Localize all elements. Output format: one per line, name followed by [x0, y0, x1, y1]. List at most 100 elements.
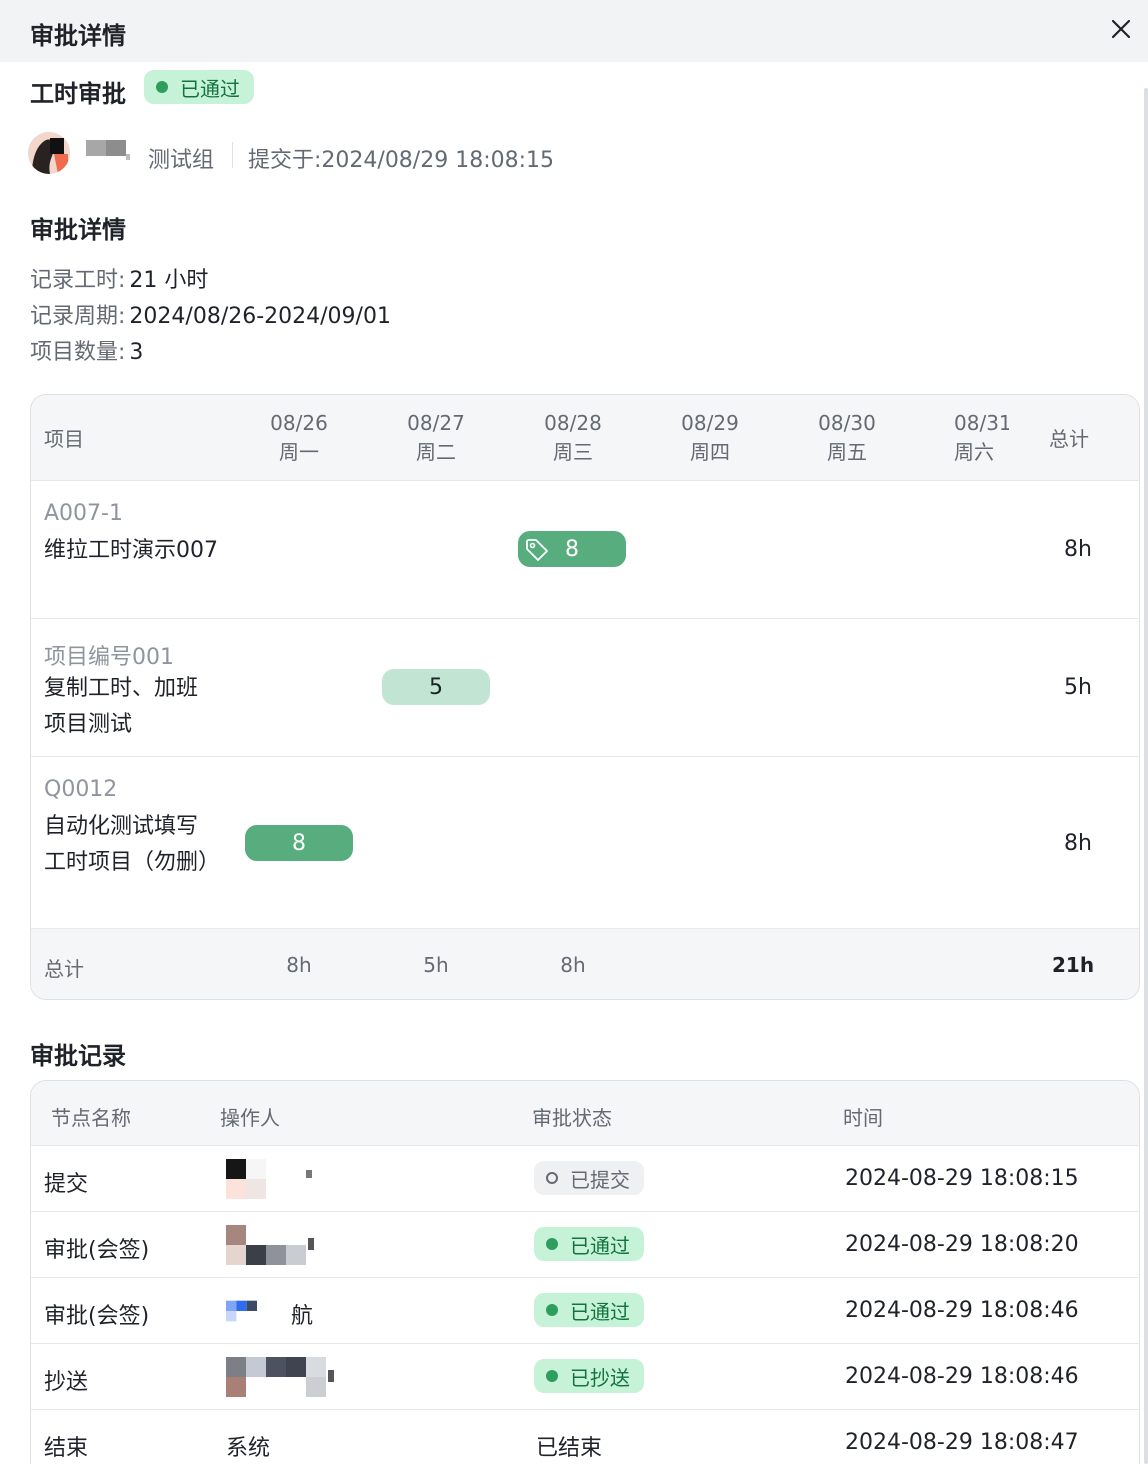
project-code: Q0012 — [44, 777, 118, 802]
records-section-title: 审批记录 — [30, 1042, 126, 1070]
drawer-header: 审批详情 — [0, 0, 1148, 62]
record-node: 审批(会签) — [44, 1304, 150, 1329]
day-date: 08/31 — [954, 411, 1009, 435]
timesheet-header: 项目 08/26 周一 08/27 周二 08/28 周三 08/29 周四 08/30… — [31, 395, 1139, 481]
hours-value: 5 — [429, 674, 443, 700]
day-weekday: 周三 — [553, 440, 593, 464]
status-dot-icon — [546, 1172, 558, 1184]
submitter-avatar[interactable] — [28, 132, 70, 174]
col-status: 审批状态 — [532, 1106, 612, 1130]
recorded-hours-label: 记录工时: — [30, 268, 126, 293]
col-project: 项目 — [44, 427, 84, 451]
project-count-value: 3 — [129, 340, 144, 365]
col-total: 总计 — [1049, 427, 1089, 451]
approval-status-text: 已通过 — [180, 76, 240, 101]
col-operator: 操作人 — [220, 1106, 280, 1130]
status-dot-icon — [546, 1370, 558, 1382]
record-node: 抄送 — [44, 1370, 89, 1395]
record-time: 2024-08-29 18:08:46 — [845, 1298, 1079, 1323]
row-total: 8h — [1064, 537, 1092, 562]
timesheet-row: A007-1 维拉工时演示007 8 8h — [31, 481, 1139, 619]
record-row: 提交 已提交 2024-08-29 18:08:15 — [31, 1146, 1139, 1212]
status-dot-icon — [546, 1304, 558, 1316]
hours-cell-0827[interactable]: 5 — [382, 669, 490, 705]
recorded-hours-value: 21 小时 — [129, 268, 209, 293]
operator-avatar-blurred — [226, 1159, 312, 1199]
record-row: 结束 系统 已结束 2024-08-29 18:08:47 — [31, 1410, 1139, 1464]
record-status-text: 已抄送 — [570, 1365, 630, 1390]
timesheet-row: Q0012 自动化测试填写工时项目（勿删） 8 8h — [31, 757, 1139, 929]
record-operator: 系统 — [226, 1436, 271, 1461]
divider — [232, 142, 233, 168]
day-header-0828: 08/28 周三 — [518, 409, 628, 467]
day-date: 08/27 — [407, 411, 465, 435]
row-total: 8h — [1064, 831, 1092, 856]
day-weekday: 周六 — [954, 440, 994, 464]
project-name: 维拉工时演示007 — [44, 538, 218, 563]
submitted-time: 提交于:2024/08/29 18:08:15 — [248, 148, 555, 173]
record-time: 2024-08-29 18:08:46 — [845, 1364, 1079, 1389]
record-time: 2024-08-29 18:08:20 — [845, 1232, 1079, 1257]
record-status-badge: 已抄送 — [534, 1359, 644, 1393]
record-status-text: 已通过 — [570, 1299, 630, 1324]
timesheet-row: 项目编号001 复制工时、加班项目测试 5 5h — [31, 619, 1139, 757]
day-date: 08/28 — [544, 411, 602, 435]
status-dot-icon — [546, 1238, 558, 1250]
record-status-text: 已提交 — [570, 1167, 630, 1192]
operator-avatar-blurred — [226, 1225, 314, 1265]
approval-type-title: 工时审批 — [30, 80, 126, 108]
col-node: 节点名称 — [51, 1106, 131, 1130]
scrollbar[interactable] — [1144, 88, 1148, 1464]
col-time: 时间 — [843, 1106, 883, 1130]
footer-day-total: 8h — [560, 953, 586, 977]
records-header: 节点名称 操作人 审批状态 时间 — [31, 1081, 1139, 1146]
hours-cell-0826[interactable]: 8 — [245, 825, 353, 861]
record-status-text: 已通过 — [570, 1233, 630, 1258]
record-status-badge: 已通过 — [534, 1293, 644, 1327]
tag-icon — [526, 539, 548, 561]
close-icon[interactable] — [1108, 16, 1134, 42]
record-period-value: 2024/08/26-2024/09/01 — [129, 304, 391, 329]
operator-avatar-blurred — [226, 1357, 334, 1397]
timesheet-table: 项目 08/26 周一 08/27 周二 08/28 周三 08/29 周四 08/30… — [30, 394, 1140, 1000]
footer-day-total: 8h — [286, 953, 312, 977]
day-header-0826: 08/26 周一 — [244, 409, 354, 467]
hours-cell-0828[interactable]: 8 — [518, 531, 626, 567]
status-dot-icon — [156, 81, 168, 93]
hours-value: 8 — [292, 830, 306, 856]
record-status-badge: 已提交 — [534, 1161, 644, 1195]
day-header-0827: 08/27 周二 — [381, 409, 491, 467]
record-node: 审批(会签) — [44, 1238, 150, 1263]
footer-grand-total: 21h — [1052, 953, 1095, 977]
record-node: 结束 — [44, 1436, 89, 1461]
drawer-title: 审批详情 — [30, 22, 126, 50]
project-name: 复制工时、加班项目测试 — [44, 676, 199, 737]
submitter-name-blurred — [86, 140, 130, 160]
footer-total-label: 总计 — [44, 957, 84, 981]
timesheet-footer: 总计 8h 5h 8h 21h — [31, 929, 1139, 999]
approval-records-table: 节点名称 操作人 审批状态 时间 提交 已提交 2024-08-29 18:08… — [30, 1080, 1140, 1464]
record-period: 记录周期: 2024/08/26-2024/09/01 — [30, 298, 391, 330]
footer-day-total: 5h — [423, 953, 449, 977]
row-total: 5h — [1064, 675, 1092, 700]
day-header-0829: 08/29 周四 — [655, 409, 765, 467]
operator-name-fragment: 航 — [291, 1304, 314, 1329]
day-date: 08/29 — [681, 411, 739, 435]
project-count: 项目数量: 3 — [30, 334, 143, 366]
hours-value: 8 — [565, 536, 579, 562]
day-weekday: 周一 — [279, 440, 319, 464]
record-row: 审批(会签) 已通过 2024-08-29 18:08:20 — [31, 1212, 1139, 1278]
record-time: 2024-08-29 18:08:15 — [845, 1166, 1079, 1191]
day-header-0830: 08/30 周五 — [792, 409, 902, 467]
record-node: 提交 — [44, 1172, 89, 1197]
project-name: 自动化测试填写工时项目（勿删） — [44, 814, 221, 875]
record-status-badge: 已通过 — [534, 1227, 644, 1261]
day-date: 08/26 — [270, 411, 328, 435]
details-section-title: 审批详情 — [30, 216, 126, 244]
day-weekday: 周四 — [690, 440, 730, 464]
day-weekday: 周五 — [827, 440, 867, 464]
recorded-hours: 记录工时: 21 小时 — [30, 262, 208, 294]
record-period-label: 记录周期: — [30, 304, 126, 329]
operator-avatar-blurred — [226, 1300, 257, 1322]
submitter-group: 测试组 — [148, 148, 215, 173]
